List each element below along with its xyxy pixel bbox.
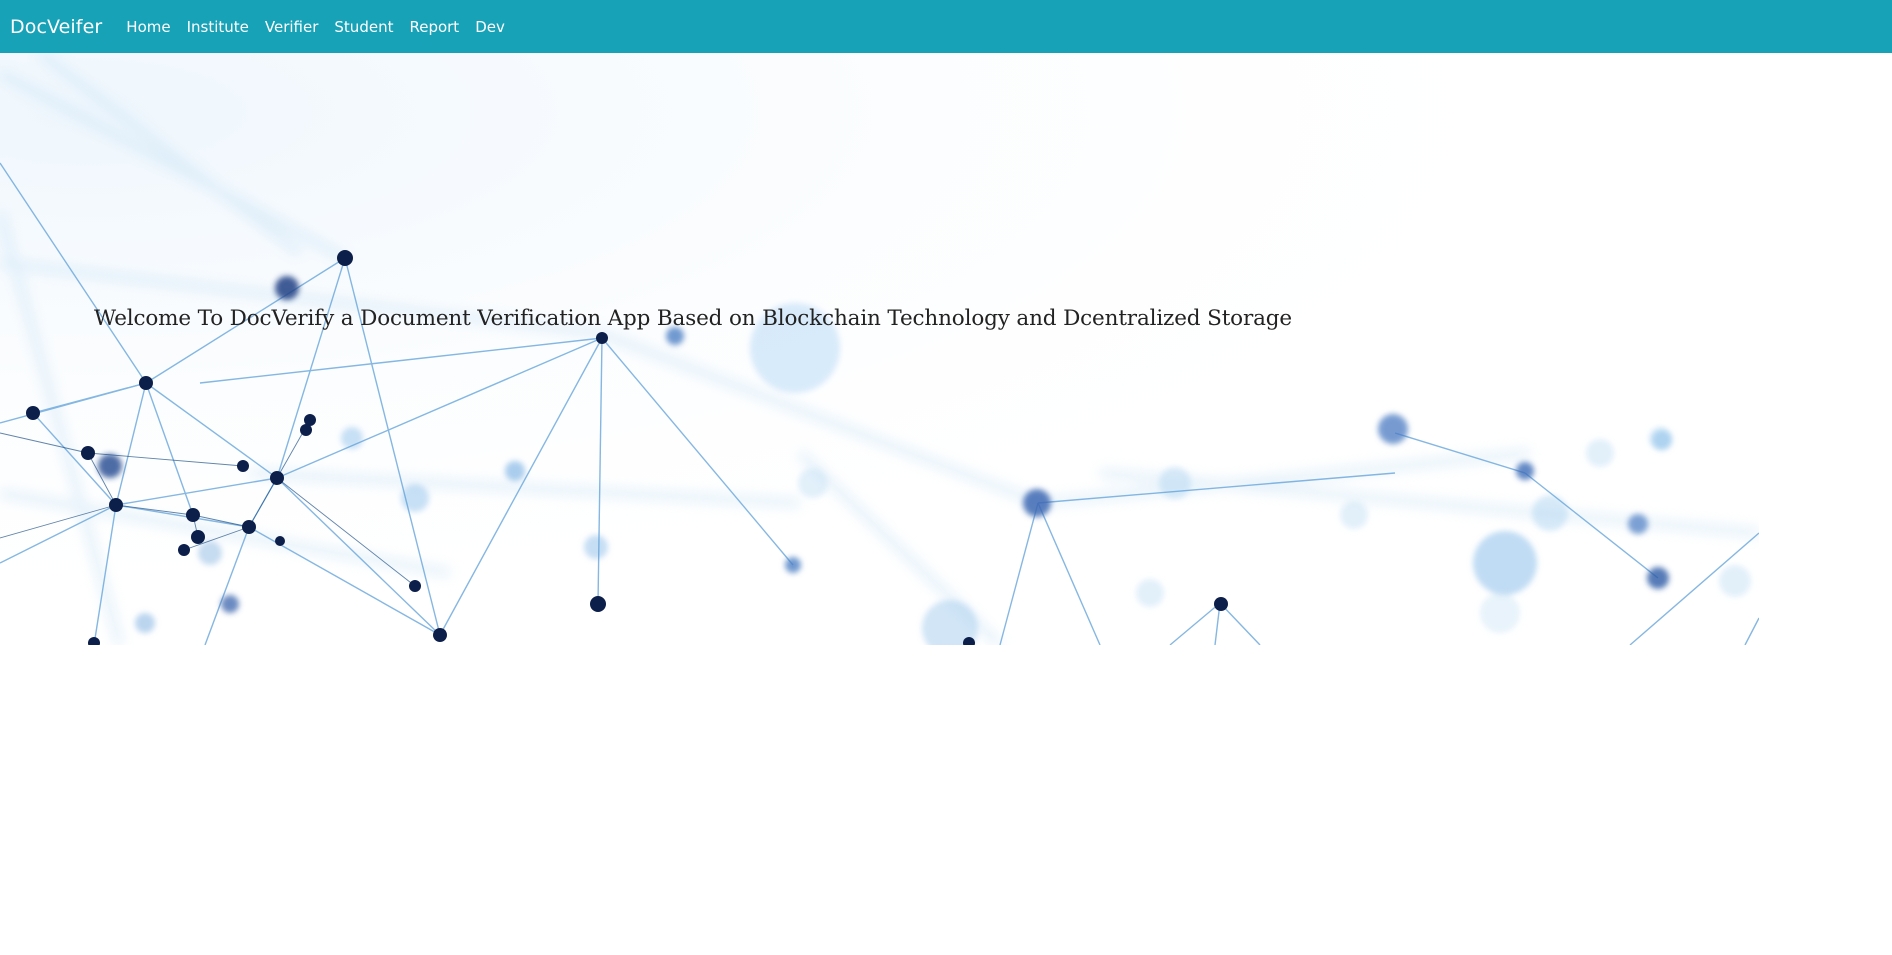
- nav-link-report[interactable]: Report: [409, 18, 459, 36]
- nav-link-institute[interactable]: Institute: [187, 18, 249, 36]
- hero-section: Welcome To DocVerify a Document Verifica…: [0, 53, 1759, 645]
- nav-link-home[interactable]: Home: [126, 18, 170, 36]
- nav-links: Home Institute Verifier Student Report D…: [126, 18, 521, 36]
- network-background-image: [0, 53, 1759, 645]
- nav-link-verifier[interactable]: Verifier: [265, 18, 319, 36]
- nav-link-student[interactable]: Student: [334, 18, 393, 36]
- hero-headline: Welcome To DocVerify a Document Verifica…: [94, 306, 1292, 331]
- nav-link-dev[interactable]: Dev: [475, 18, 505, 36]
- brand-logo-link[interactable]: DocVeifer: [10, 16, 102, 38]
- top-navbar: DocVeifer Home Institute Verifier Studen…: [0, 0, 1892, 53]
